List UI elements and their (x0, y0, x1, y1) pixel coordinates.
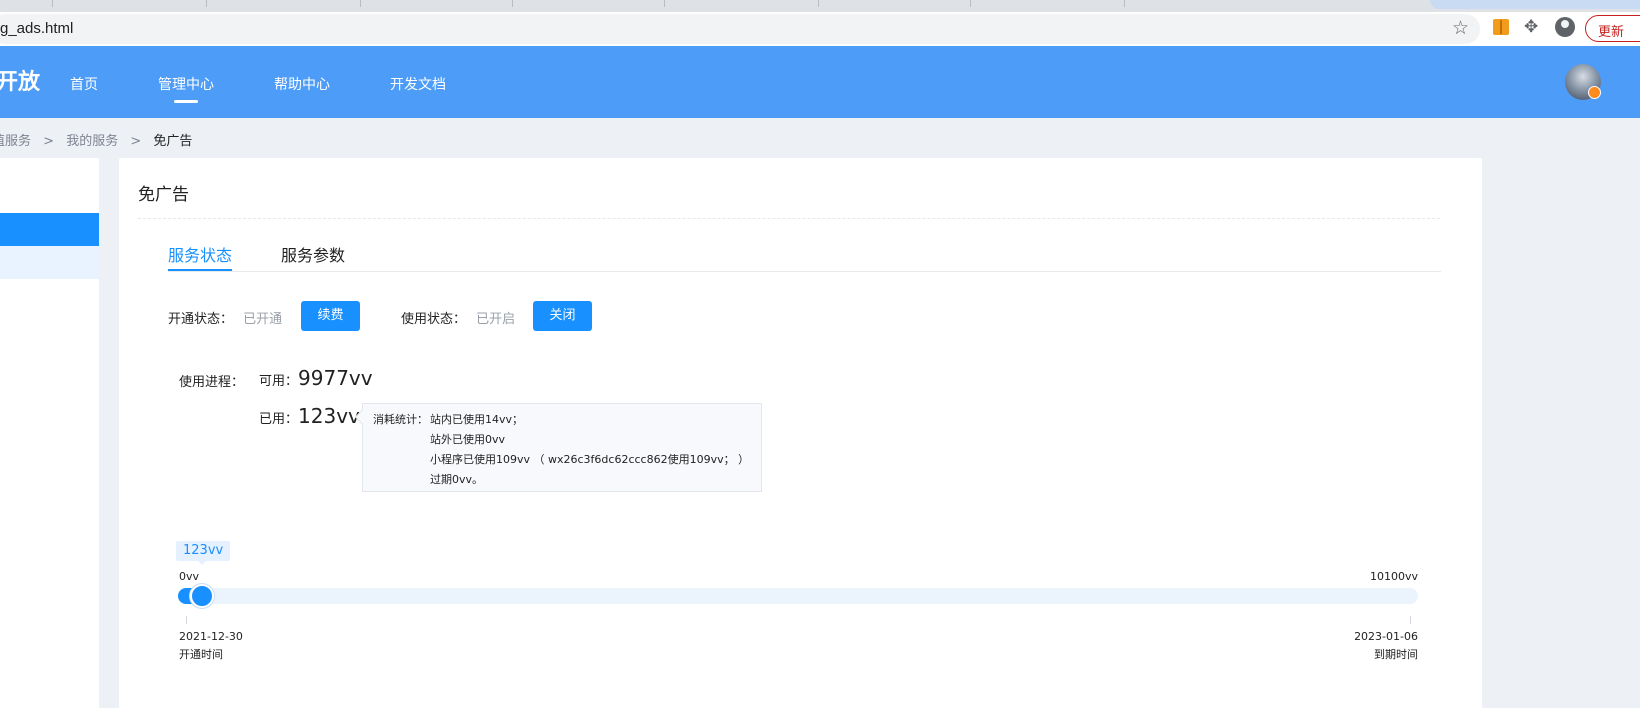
url-field[interactable]: g_ads.html (0, 14, 1480, 44)
start-date-label: 开通时间 (179, 648, 223, 661)
tab-separator (206, 0, 207, 7)
consumption-tooltip: 消耗统计： 站内已使用14vv； 站外已使用0vv 小程序已使用109vv （ … (354, 403, 762, 492)
avatar-verified-badge-icon (1588, 86, 1601, 99)
address-bar: g_ads.html ☆ ✥ 更新 (0, 12, 1640, 46)
profile-icon[interactable] (1555, 17, 1575, 37)
slider-min-label: 0vv (179, 570, 200, 583)
nav-active-indicator (174, 100, 198, 103)
browser-update-button[interactable]: 更新 (1585, 15, 1640, 42)
used-value: 123vv (298, 404, 360, 428)
open-status-label: 开通状态： (168, 312, 234, 327)
extension-book-icon[interactable] (1493, 19, 1509, 35)
usage-slider-thumb[interactable] (190, 584, 214, 608)
tab-separator (52, 0, 53, 7)
nav-management-center[interactable]: 管理中心 (158, 74, 214, 94)
renew-button[interactable]: 续费 (301, 301, 360, 331)
tab-service-status[interactable]: 服务状态 (168, 242, 232, 266)
breadcrumb-item-value-service[interactable]: 值服务 (0, 134, 31, 149)
available-row: 可用：9977vv (259, 366, 373, 390)
open-status-row: 开通状态： 已开通 (168, 308, 282, 327)
tab-service-params[interactable]: 服务参数 (281, 242, 345, 266)
tab-separator (1124, 0, 1125, 7)
slider-value-bubble: 123vv (176, 541, 231, 565)
open-status-value: 已开通 (243, 312, 283, 327)
usage-slider-track[interactable] (178, 584, 1418, 608)
use-status-label: 使用状态： (401, 312, 467, 327)
tab-separator (818, 0, 819, 7)
used-label: 已用： (259, 412, 299, 427)
tooltip-line: 站内已使用14vv； (430, 413, 524, 426)
tab-separator (664, 0, 665, 7)
breadcrumb: 值服务 > 我的服务 > 免广告 (0, 130, 200, 149)
breadcrumb-separator: > (130, 134, 142, 149)
browser-tab-strip (0, 0, 1640, 12)
sidebar-item-active[interactable] (0, 213, 99, 246)
tooltip-prefix: 消耗统计： (373, 413, 428, 426)
nav-dev-docs[interactable]: 开发文档 (390, 74, 446, 94)
tooltip-line: 过期0vv。 (430, 473, 484, 486)
tab-bar: 服务状态 服务参数 (168, 238, 1441, 272)
extensions-puzzle-icon[interactable]: ✥ (1524, 17, 1538, 37)
tab-bar (0, 0, 1276, 9)
url-text[interactable]: g_ads.html (0, 20, 73, 37)
app-header: 开放 首页 管理中心 帮助中心 开发文档 (0, 46, 1640, 118)
breadcrumb-separator: > (43, 134, 55, 149)
nav-home[interactable]: 首页 (70, 74, 98, 94)
nav-help-center[interactable]: 帮助中心 (274, 74, 330, 94)
tab-separator (970, 0, 971, 7)
active-tab-edge[interactable] (1430, 0, 1640, 9)
breadcrumb-current: 免广告 (153, 134, 193, 149)
start-date: 2021-12-30 (179, 630, 243, 643)
brand-logo-text[interactable]: 开放 (0, 64, 40, 96)
start-date-block: 2021-12-30 开通时间 (179, 628, 243, 664)
tooltip-line: 小程序已使用109vv （ wx26c3f6dc62ccc862使用109vv；… (430, 453, 750, 466)
sidebar-item-selected-sub[interactable] (0, 246, 99, 279)
usage-progress-label: 使用进程： (179, 375, 245, 390)
available-value: 9977vv (298, 366, 373, 390)
slider-start-tick (186, 616, 187, 624)
page-title: 免广告 (138, 185, 189, 205)
service-card: 免广告 服务状态 服务参数 开通状态： 已开通 续费 使用状态： 已开启 关闭 … (119, 158, 1482, 708)
end-date-block: 2023-01-06 到期时间 (1354, 628, 1418, 664)
breadcrumb-item-my-services[interactable]: 我的服务 (66, 134, 118, 149)
tab-active-ink (168, 269, 232, 271)
tooltip-line: 站外已使用0vv (430, 433, 506, 446)
slider-max-label: 10100vv (1369, 570, 1418, 583)
use-status-row: 使用状态： 已开启 (401, 308, 515, 327)
end-date-label: 到期时间 (1374, 648, 1418, 661)
slider-end-tick (1410, 616, 1411, 624)
title-divider (138, 218, 1440, 219)
end-date: 2023-01-06 (1354, 630, 1418, 643)
sidebar (0, 158, 99, 708)
bookmark-star-icon[interactable]: ☆ (1452, 17, 1469, 39)
tab-separator (512, 0, 513, 7)
use-status-value: 已开启 (476, 312, 516, 327)
tab-separator (360, 0, 361, 7)
used-row: 已用：123vv (259, 404, 360, 428)
close-button[interactable]: 关闭 (533, 301, 592, 331)
available-label: 可用： (259, 374, 299, 389)
